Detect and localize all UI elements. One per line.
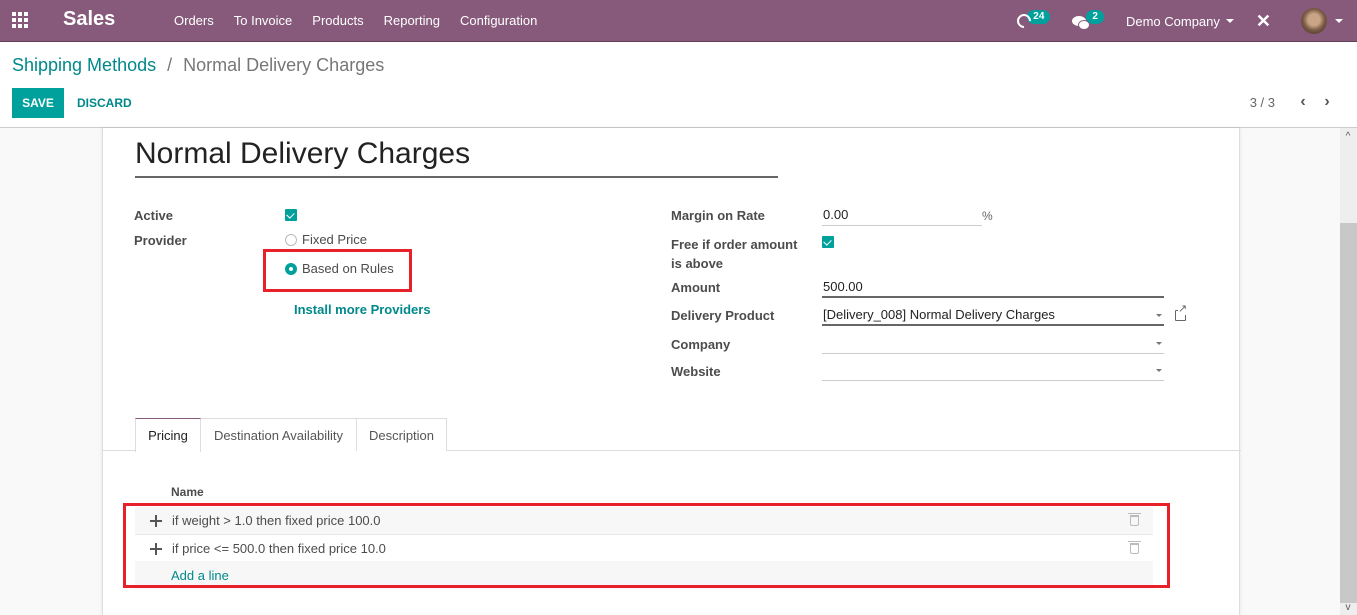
active-label: Active: [134, 208, 174, 223]
breadcrumb-separator: /: [167, 55, 173, 75]
breadcrumb: Shipping Methods / Normal Delivery Charg…: [12, 55, 384, 76]
scrollbar-thumb[interactable]: [1340, 223, 1357, 603]
menu-item-orders[interactable]: Orders: [164, 0, 224, 42]
vertical-scrollbar[interactable]: ^ v: [1340, 128, 1357, 615]
scroll-up-icon[interactable]: ^: [1343, 132, 1353, 142]
company-name: Demo Company: [1125, 13, 1220, 29]
menu-item-reporting[interactable]: Reporting: [374, 0, 450, 42]
top-navbar: Sales Orders To Invoice Products Reporti…: [0, 0, 1357, 42]
form-sheet: Normal Delivery Charges Active Provider …: [102, 128, 1241, 615]
app-name: Sales: [63, 8, 116, 30]
delivery-product-value: [Delivery_008] Normal Delivery Charges: [823, 307, 1055, 322]
scroll-down-icon[interactable]: v: [1343, 603, 1353, 613]
chat-icon: [1072, 16, 1091, 30]
discard-button[interactable]: DISCARD: [77, 88, 132, 118]
pager-next-button[interactable]: ›: [1317, 92, 1337, 112]
margin-on-rate-label: Margin on Rate: [671, 208, 765, 223]
active-checkbox[interactable]: [285, 209, 297, 221]
external-link-icon[interactable]: [1175, 304, 1188, 321]
chevron-down-icon: [1225, 19, 1234, 23]
control-panel: Shipping Methods / Normal Delivery Charg…: [0, 42, 1357, 128]
avatar: [1301, 8, 1327, 34]
pager: 3 / 3 ‹ ›: [1250, 92, 1337, 112]
tab-description[interactable]: Description: [356, 418, 447, 451]
pager-value[interactable]: 3 / 3: [1250, 95, 1275, 110]
provider-radio-fixed-price[interactable]: Fixed Price: [285, 232, 367, 247]
website-label: Website: [671, 364, 721, 379]
systray: 24 2 Demo Company ✕: [1014, 0, 1357, 42]
free-if-above-label: Free if order amount is above: [671, 237, 798, 271]
margin-percent-suffix: %: [982, 209, 993, 223]
user-menu[interactable]: [1301, 8, 1343, 34]
company-label: Company: [671, 337, 731, 352]
menu-item-products[interactable]: Products: [302, 0, 373, 42]
debug-tools-icon[interactable]: ✕: [1256, 11, 1271, 32]
shipping-method-name-field[interactable]: Normal Delivery Charges: [135, 136, 778, 178]
tab-destination-availability[interactable]: Destination Availability: [200, 418, 357, 451]
breadcrumb-shipping-methods[interactable]: Shipping Methods: [12, 55, 156, 75]
highlight-box-pricing-rules: [123, 503, 1170, 588]
free-if-above-checkbox[interactable]: [822, 236, 834, 248]
margin-on-rate-input[interactable]: 0.00: [822, 206, 982, 226]
menu-item-configuration[interactable]: Configuration: [450, 0, 547, 42]
chevron-down-icon: [1156, 314, 1162, 317]
save-button[interactable]: SAVE: [12, 88, 64, 118]
pager-previous-button[interactable]: ‹: [1293, 92, 1313, 112]
radio-label: Fixed Price: [302, 232, 368, 247]
radio-unchecked-icon: [285, 233, 297, 246]
company-switcher[interactable]: Demo Company: [1126, 14, 1234, 29]
delivery-product-label: Delivery Product: [671, 308, 775, 323]
amount-input[interactable]: 500.00: [822, 278, 1164, 298]
company-select[interactable]: [822, 334, 1164, 354]
highlight-box-provider: [263, 249, 412, 292]
main-menu: Orders To Invoice Products Reporting Con…: [164, 0, 547, 42]
menu-item-to-invoice[interactable]: To Invoice: [224, 0, 303, 42]
chevron-down-icon: [1156, 369, 1162, 372]
activity-menu[interactable]: 24: [1014, 10, 1051, 31]
apps-menu-icon[interactable]: [12, 12, 30, 28]
install-more-providers-link[interactable]: Install more Providers: [294, 302, 431, 317]
messages-menu[interactable]: 2: [1072, 10, 1104, 30]
chevron-down-icon: [1156, 342, 1162, 345]
column-header-name[interactable]: Name: [171, 485, 204, 499]
delivery-product-select[interactable]: [Delivery_008] Normal Delivery Charges: [822, 306, 1164, 326]
provider-label: Provider: [134, 233, 187, 248]
amount-label: Amount: [671, 280, 721, 295]
chevron-down-icon: [1335, 19, 1343, 23]
tab-pricing[interactable]: Pricing: [135, 418, 201, 452]
breadcrumb-current: Normal Delivery Charges: [183, 55, 385, 75]
website-select[interactable]: [822, 361, 1164, 381]
